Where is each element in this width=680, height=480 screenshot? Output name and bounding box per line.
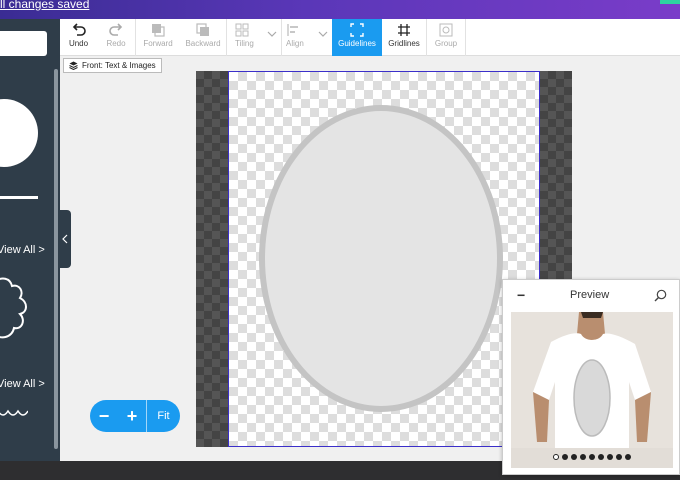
layer-label: Front: Text & Images [82, 61, 156, 70]
zoom-control: − + Fit [90, 400, 180, 432]
sidebar-search-input[interactable] [0, 31, 47, 56]
pagination-dot[interactable] [580, 454, 586, 460]
circle-shape-thumbnail[interactable] [0, 99, 38, 167]
line-shape-thumbnail[interactable] [0, 196, 38, 199]
pagination-dot[interactable] [562, 454, 568, 460]
pagination-dot[interactable] [553, 454, 559, 460]
guidelines-button[interactable]: Guidelines [332, 19, 382, 56]
sidebar-collapse-button[interactable] [59, 210, 71, 268]
pagination-dot[interactable] [607, 454, 613, 460]
chevron-down-icon [267, 31, 277, 37]
undo-icon [72, 23, 86, 36]
align-icon [287, 24, 298, 36]
preview-pagination [511, 454, 673, 460]
redo-icon [109, 23, 123, 36]
pagination-dot[interactable] [625, 454, 631, 460]
undo-button[interactable]: Undo [60, 19, 97, 56]
chevron-down-icon [318, 31, 328, 37]
preview-collapse-button[interactable]: − [517, 287, 525, 303]
backward-button[interactable]: Backward [180, 19, 226, 56]
align-label: Align [286, 39, 304, 48]
editor-toolbar: Undo Redo Forward Backward Tiling Align … [60, 19, 680, 56]
gridlines-icon [398, 24, 410, 36]
pagination-dot[interactable] [598, 454, 604, 460]
undo-label: Undo [68, 39, 89, 48]
gridlines-button[interactable]: Gridlines [382, 19, 426, 56]
tiling-button[interactable]: Tiling [227, 19, 281, 56]
cloud-shape-thumbnail[interactable] [0, 274, 30, 344]
zoom-search-icon[interactable] [654, 289, 667, 302]
send-backward-icon [196, 23, 209, 36]
group-button[interactable]: Group [427, 19, 465, 56]
preview-title: Preview [570, 289, 610, 301]
chevron-left-icon [62, 234, 68, 244]
layers-icon [69, 61, 78, 70]
preview-header: − Preview [503, 280, 679, 310]
product-preview-image[interactable] [511, 312, 673, 468]
bring-forward-icon [152, 24, 165, 37]
forward-label: Forward [143, 39, 173, 48]
green-accent-tab[interactable] [660, 0, 680, 4]
pagination-dot[interactable] [589, 454, 595, 460]
view-all-link-2[interactable]: View All > [0, 378, 45, 390]
save-status-link[interactable]: ll changes saved [0, 0, 89, 11]
preview-panel: − Preview [502, 279, 680, 475]
canvas-outside-left [196, 71, 228, 447]
redo-label: Redo [106, 39, 126, 48]
zoom-out-button[interactable]: − [90, 406, 118, 427]
tiling-label: Tiling [235, 39, 254, 48]
group-label: Group [434, 39, 458, 48]
redo-button[interactable]: Redo [97, 19, 135, 56]
sidebar-scrollbar[interactable] [54, 69, 58, 449]
tshirt-model-image [511, 312, 673, 468]
backward-label: Backward [185, 39, 221, 48]
pagination-dot[interactable] [571, 454, 577, 460]
align-button[interactable]: Align [282, 19, 332, 56]
guidelines-icon [350, 23, 364, 37]
view-all-link-1[interactable]: View All > [0, 244, 45, 256]
zoom-fit-button[interactable]: Fit [147, 410, 180, 422]
left-sidebar: View All > View All > [0, 19, 60, 461]
toolbar-divider [465, 19, 466, 56]
layer-selector[interactable]: Front: Text & Images [63, 58, 162, 73]
forward-button[interactable]: Forward [136, 19, 180, 56]
zoom-in-button[interactable]: + [118, 406, 146, 427]
guidelines-label: Guidelines [338, 39, 376, 48]
top-status-bar: ll changes saved [0, 0, 680, 19]
group-icon [439, 23, 453, 37]
wave-shape-thumbnail[interactable] [0, 407, 28, 421]
tiling-icon [235, 23, 249, 37]
pagination-dot[interactable] [616, 454, 622, 460]
oval-shape[interactable] [259, 105, 503, 412]
gridlines-label: Gridlines [388, 39, 420, 48]
